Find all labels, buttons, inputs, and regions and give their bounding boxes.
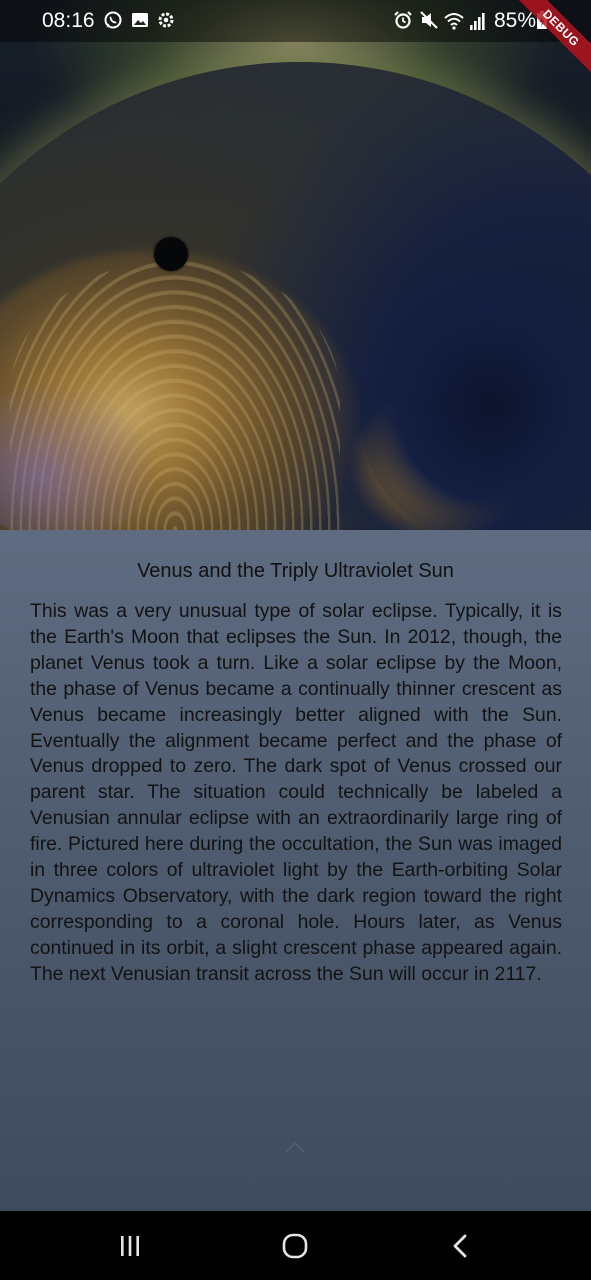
battery-percentage: 85% bbox=[494, 9, 537, 32]
explanation-panel[interactable]: Venus and the Triply Ultraviolet Sun Thi… bbox=[0, 530, 591, 1211]
signal-icon bbox=[470, 25, 473, 30]
status-bar: 08:16 85% bbox=[0, 0, 591, 42]
settings-icon bbox=[158, 12, 174, 28]
status-time: 08:16 bbox=[42, 9, 95, 32]
apod-explanation: This was a very unusual type of solar ec… bbox=[30, 600, 562, 985]
home-icon[interactable] bbox=[280, 1231, 310, 1261]
gallery-icon bbox=[132, 13, 148, 27]
whatsapp-icon bbox=[104, 11, 122, 29]
mute-icon bbox=[420, 11, 438, 29]
recent-apps-icon[interactable] bbox=[115, 1231, 145, 1261]
alarm-icon bbox=[394, 11, 412, 29]
back-icon[interactable] bbox=[446, 1231, 476, 1261]
wifi-icon bbox=[444, 13, 485, 30]
chevron-up-icon[interactable] bbox=[284, 1140, 306, 1154]
apod-title: Venus and the Triply Ultraviolet Sun bbox=[137, 560, 454, 582]
navigation-bar bbox=[0, 1211, 591, 1280]
apod-image[interactable] bbox=[0, 0, 591, 530]
